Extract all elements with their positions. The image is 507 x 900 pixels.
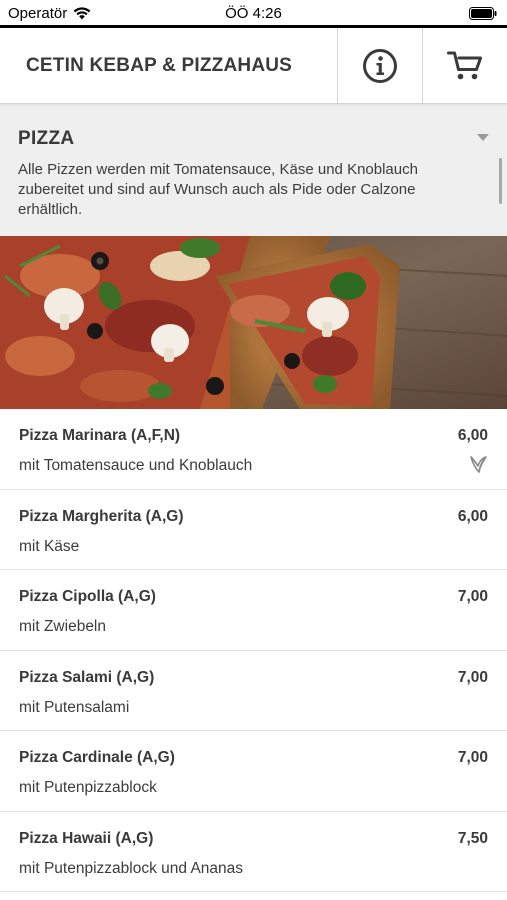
product-name: Pizza Cipolla (A,G) (19, 588, 156, 605)
product-row[interactable]: Pizza Hawaii (A,G) 7,50 mit Putenpizzabl… (0, 811, 507, 892)
app-header: CETIN KEBAP & PIZZAHAUS (0, 28, 507, 104)
product-row[interactable]: Pizza Salami (A,G) 7,00 mit Putensalami (0, 650, 507, 731)
product-row[interactable]: Pizza Cardinale (A,G) 7,00 mit Putenpizz… (0, 731, 507, 812)
product-price: 7,00 (457, 668, 488, 686)
product-price: 7,00 (457, 749, 488, 766)
product-description: mit Tomatensauce und Knoblauch (19, 457, 253, 474)
product-description: mit Putensalami (19, 698, 130, 716)
product-description: mit Putenpizzablock und Ananas (19, 859, 244, 877)
cart-button[interactable] (422, 28, 507, 104)
shopping-cart-icon (447, 51, 482, 80)
product-description: mit Putenpizzablock (19, 779, 157, 796)
vegan-leaf-icon (470, 456, 487, 473)
product-price: 7,50 (457, 829, 488, 847)
product-name: Pizza Salami (A,G) (19, 668, 155, 686)
description-scrollbar[interactable] (499, 158, 502, 204)
pizza-hero-image (0, 236, 507, 409)
battery-icon (469, 7, 497, 25)
category-description: Alle Pizzen werden mit Tomatensauce, Käs… (18, 161, 418, 218)
product-row[interactable]: Pizza Margherita (A,G) 6,00 mit Käse (0, 489, 507, 570)
product-price: 6,00 (457, 427, 488, 444)
restaurant-title: CETIN KEBAP & PIZZAHAUS (26, 55, 293, 76)
product-description: mit Zwiebeln (19, 618, 106, 635)
product-row[interactable]: Pizza Cipolla (A,G) 7,00 mit Zwiebeln (0, 570, 507, 651)
product-name: Pizza Hawaii (A,G) (19, 829, 154, 847)
category-panel[interactable]: PIZZA Alle Pizzen werden mit Tomatensauc… (0, 108, 507, 236)
product-price: 7,00 (457, 588, 488, 605)
product-list: Pizza Marinara (A,F,N) 6,00 mit Tomatens… (0, 409, 507, 892)
info-button[interactable] (337, 28, 422, 104)
product-row[interactable]: Pizza Marinara (A,F,N) 6,00 mit Tomatens… (0, 409, 507, 490)
product-price: 6,00 (457, 507, 488, 525)
product-name: Pizza Marinara (A,F,N) (19, 427, 181, 444)
status-bar: Operatör ÖÖ 4:26 (0, 0, 507, 28)
product-description: mit Käse (19, 537, 80, 555)
product-name: Pizza Margherita (A,G) (19, 507, 184, 525)
status-time: ÖÖ 4:26 (225, 5, 282, 22)
chevron-down-icon[interactable] (477, 134, 489, 141)
category-title: PIZZA (18, 128, 75, 149)
info-circle-icon (363, 49, 397, 83)
product-name: Pizza Cardinale (A,G) (19, 749, 175, 766)
